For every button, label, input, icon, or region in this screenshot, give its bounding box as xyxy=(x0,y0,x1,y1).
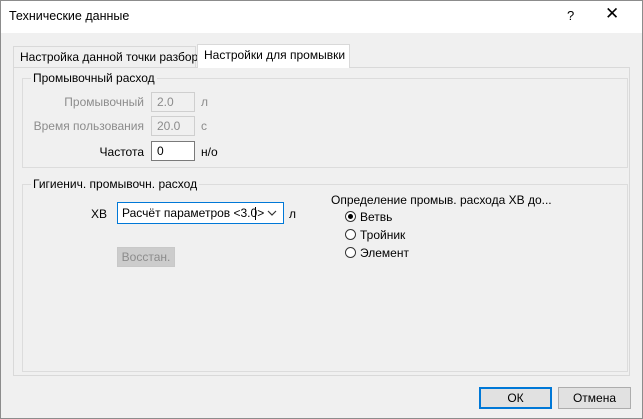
radio-element[interactable] xyxy=(345,247,356,258)
cancel-button[interactable]: Отмена xyxy=(558,387,631,409)
frequency-unit: н/о xyxy=(201,145,218,159)
radio-branch[interactable] xyxy=(345,211,356,222)
usage-time-label: Время пользования xyxy=(33,119,144,133)
flush-input[interactable] xyxy=(151,92,195,112)
text-caret xyxy=(255,207,256,220)
radio-tee-label: Тройник xyxy=(360,228,406,242)
hygiene-flush-group-title: Гигиенич. промывочн. расход xyxy=(31,177,200,191)
tab-point-settings[interactable]: Настройка данной точки разбора xyxy=(13,46,205,67)
radio-branch-label: Ветвь xyxy=(360,210,393,224)
definition-label: Определение промыв. расхода ХВ до... xyxy=(331,193,552,207)
calculation-combo-value: Расчёт параметров <3.0> xyxy=(122,206,265,220)
frequency-label: Частота xyxy=(99,145,144,159)
usage-time-input[interactable] xyxy=(151,116,195,136)
hygiene-flush-group: Гигиенич. промывочн. расход ХВ Расчёт па… xyxy=(22,177,628,372)
ok-button[interactable]: ОК xyxy=(479,387,552,409)
calculation-combo[interactable]: Расчёт параметров <3.0> xyxy=(117,202,284,224)
radio-element-label: Элемент xyxy=(360,246,409,260)
flush-rate-group: Промывочный расход Промывочный л Время п… xyxy=(22,71,628,168)
radio-tee[interactable] xyxy=(345,229,356,240)
help-button[interactable]: ? xyxy=(567,8,574,23)
flush-unit: л xyxy=(201,95,209,109)
tab-flush-settings[interactable]: Настройки для промывки xyxy=(197,44,350,68)
xb-label: ХВ xyxy=(91,207,108,221)
window-title: Технические данные xyxy=(9,9,130,23)
title-bar: Технические данные ? ✕ xyxy=(1,1,642,33)
chevron-down-icon[interactable] xyxy=(261,203,283,223)
usage-time-unit: с xyxy=(201,119,207,133)
restore-button[interactable]: Восстан. xyxy=(117,247,175,267)
frequency-input[interactable] xyxy=(151,141,195,161)
flush-label: Промывочный xyxy=(64,95,144,109)
close-icon[interactable]: ✕ xyxy=(605,4,619,24)
combo-unit: л xyxy=(289,207,297,221)
tab-panel: Промывочный расход Промывочный л Время п… xyxy=(13,67,630,376)
dialog-window: Технические данные ? ✕ Настройка данной … xyxy=(0,0,643,419)
flush-rate-group-title: Промывочный расход xyxy=(31,71,157,85)
